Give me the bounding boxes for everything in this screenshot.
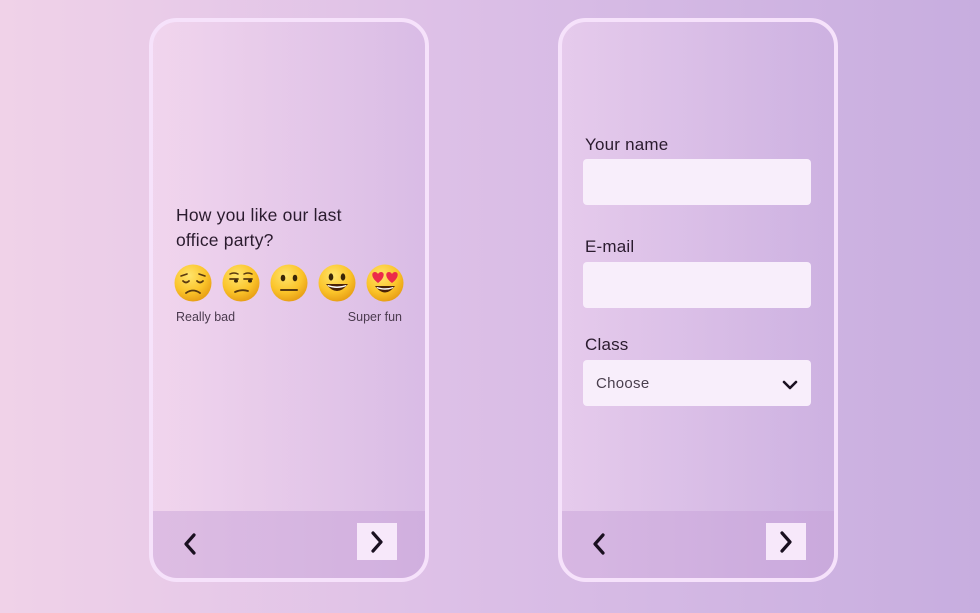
class-label: Class [585,335,629,354]
email-input[interactable] [583,262,811,308]
email-label: E-mail [585,237,635,256]
scale-low-label: Really bad [176,310,236,324]
navigation-bar [562,511,834,578]
survey-screen: How you like our last office party? Real… [149,18,429,582]
chevron-right-icon [371,530,383,553]
unamused-face-icon[interactable] [221,263,261,303]
name-input[interactable] [583,159,811,205]
navigation-bar [153,511,425,578]
scale-high-label: Super fun [347,310,402,324]
heart-eyes-face-icon[interactable] [365,263,405,303]
chevron-down-icon [782,380,798,390]
smiling-face-icon[interactable] [317,263,357,303]
back-button[interactable] [586,529,612,559]
class-select-value: Choose [596,375,650,392]
survey-question: How you like our last office party? [176,205,342,250]
next-button[interactable] [357,523,397,560]
next-button[interactable] [766,523,806,560]
neutral-face-icon[interactable] [269,263,309,303]
rating-scale [173,263,405,303]
chevron-left-icon [184,533,196,555]
back-button[interactable] [177,529,203,559]
chevron-right-icon [780,530,792,553]
form-screen: Your name E-mail Class Choose [558,18,838,582]
disappointed-face-icon[interactable] [173,263,213,303]
chevron-left-icon [593,533,605,555]
name-label: Your name [585,135,669,154]
class-select[interactable]: Choose [583,360,811,406]
